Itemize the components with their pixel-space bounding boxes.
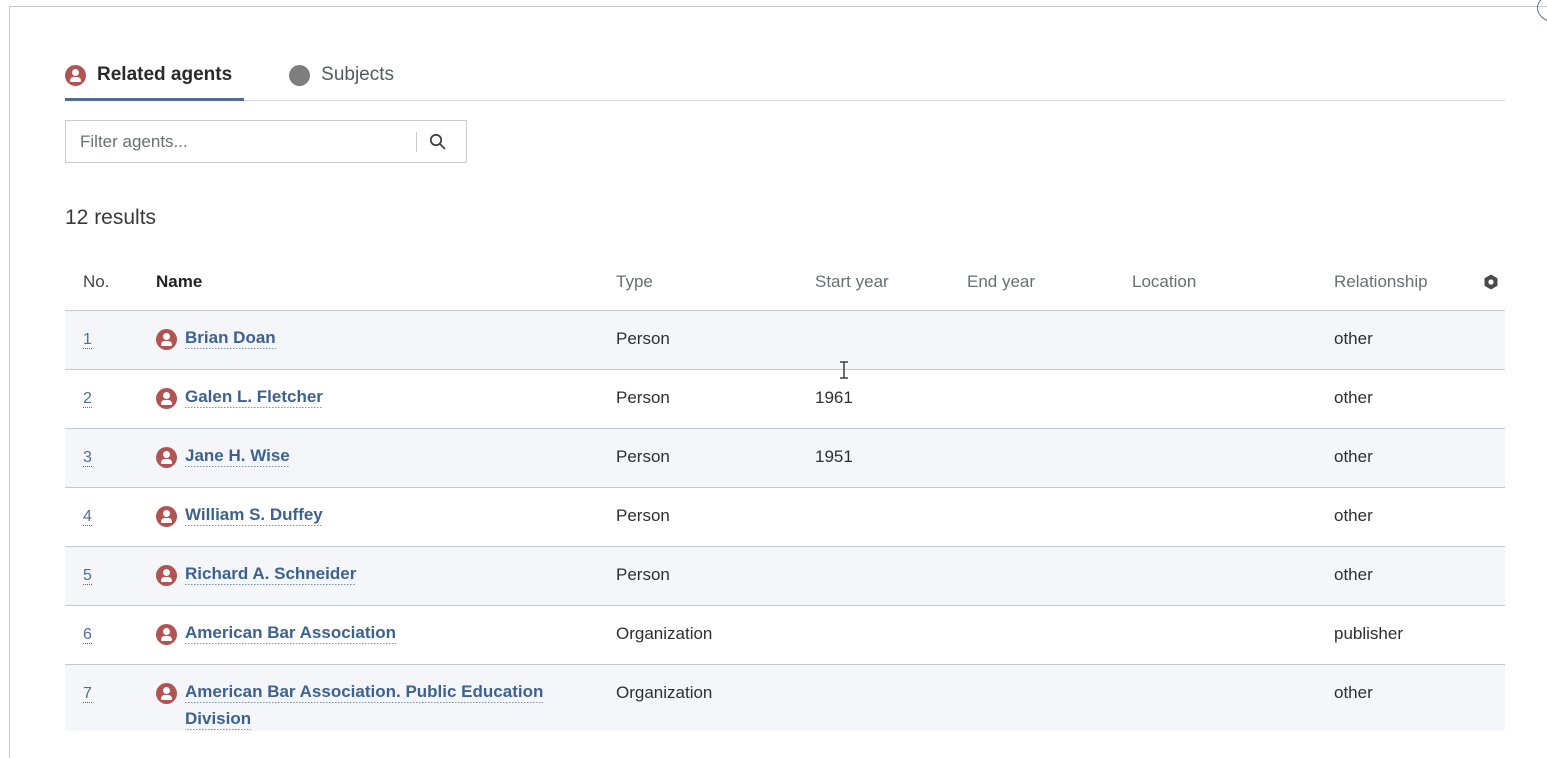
- cell-type: Person: [616, 565, 670, 584]
- search-icon: [429, 133, 445, 150]
- cell-start-year: 1961: [815, 388, 853, 407]
- agent-name-link[interactable]: Richard A. Schneider: [185, 564, 357, 585]
- person-icon: [156, 329, 177, 350]
- tab-bar: Related agents Subjects: [65, 50, 1505, 101]
- agent-name-link[interactable]: Brian Doan: [185, 328, 276, 349]
- cell-start-year: 1951: [815, 447, 853, 466]
- cell-type: Organization: [616, 624, 713, 643]
- row-number-link[interactable]: 4: [83, 508, 92, 526]
- cell-type: Person: [616, 388, 670, 407]
- tab-label: Subjects: [321, 64, 395, 85]
- header-name[interactable]: Name: [156, 272, 616, 292]
- agent-name-link[interactable]: Galen L. Fletcher: [185, 387, 323, 408]
- table-row: 2 Galen L. Fletcher Person 1961 other: [65, 370, 1505, 429]
- cell-relationship: other: [1334, 683, 1373, 702]
- cell-relationship: other: [1334, 388, 1373, 407]
- header-type[interactable]: Type: [616, 272, 815, 292]
- header-end-year[interactable]: End year: [967, 272, 1132, 292]
- person-icon: [156, 565, 177, 586]
- cell-type: Person: [616, 329, 670, 348]
- person-icon: [156, 388, 177, 409]
- row-number-link[interactable]: 5: [83, 567, 92, 585]
- subject-icon: [289, 64, 311, 86]
- search-button[interactable]: [417, 122, 457, 162]
- cell-relationship: other: [1334, 329, 1373, 348]
- table-row: 3 Jane H. Wise Person 1951 other: [65, 429, 1505, 488]
- person-icon: [156, 506, 177, 527]
- corner-decoration: [1537, 0, 1547, 23]
- cell-type: Organization: [616, 683, 713, 702]
- gear-icon: [1484, 274, 1498, 289]
- row-number-link[interactable]: 1: [83, 331, 92, 349]
- row-number-link[interactable]: 3: [83, 449, 92, 467]
- row-number-link[interactable]: 2: [83, 390, 92, 408]
- cell-type: Person: [616, 506, 670, 525]
- cell-type: Person: [616, 447, 670, 466]
- table-row: 1 Brian Doan Person other: [65, 311, 1505, 370]
- row-number-link[interactable]: 7: [83, 685, 92, 703]
- tab-subjects[interactable]: Subjects: [289, 50, 394, 100]
- row-number-link[interactable]: 6: [83, 626, 92, 644]
- header-start-year[interactable]: Start year: [815, 272, 967, 292]
- filter-agents-input[interactable]: [66, 131, 416, 152]
- header-no: No.: [83, 271, 110, 291]
- person-icon: [65, 64, 86, 86]
- agents-table: No. Name Type Start year End year Locati…: [65, 253, 1505, 731]
- text-cursor-icon: [840, 361, 848, 379]
- header-location[interactable]: Location: [1132, 272, 1334, 292]
- cell-relationship: other: [1334, 506, 1373, 525]
- table-header: No. Name Type Start year End year Locati…: [65, 253, 1505, 311]
- tab-label: Related agents: [97, 64, 233, 85]
- person-icon: [156, 447, 177, 468]
- cell-relationship: other: [1334, 447, 1373, 466]
- agent-name-link[interactable]: American Bar Association: [185, 623, 396, 644]
- table-row: 7 American Bar Association. Public Educa…: [65, 665, 1505, 731]
- table-row: 5 Richard A. Schneider Person other: [65, 547, 1505, 606]
- table-row: 4 William S. Duffey Person other: [65, 488, 1505, 547]
- table-row: 6 American Bar Association Organization …: [65, 606, 1505, 665]
- organization-icon: [156, 624, 177, 645]
- agent-name-link[interactable]: William S. Duffey: [185, 505, 323, 526]
- tab-related-agents[interactable]: Related agents: [65, 50, 245, 101]
- header-relationship[interactable]: Relationship: [1334, 272, 1477, 292]
- column-settings-button[interactable]: [1477, 273, 1505, 291]
- organization-icon: [156, 683, 177, 704]
- agent-name-link[interactable]: American Bar Association. Public Educati…: [185, 682, 544, 730]
- agent-name-link[interactable]: Jane H. Wise: [185, 446, 290, 467]
- cell-relationship: other: [1334, 565, 1373, 584]
- filter-box: [65, 120, 467, 163]
- cell-relationship: publisher: [1334, 624, 1403, 643]
- results-count: 12 results: [65, 206, 157, 229]
